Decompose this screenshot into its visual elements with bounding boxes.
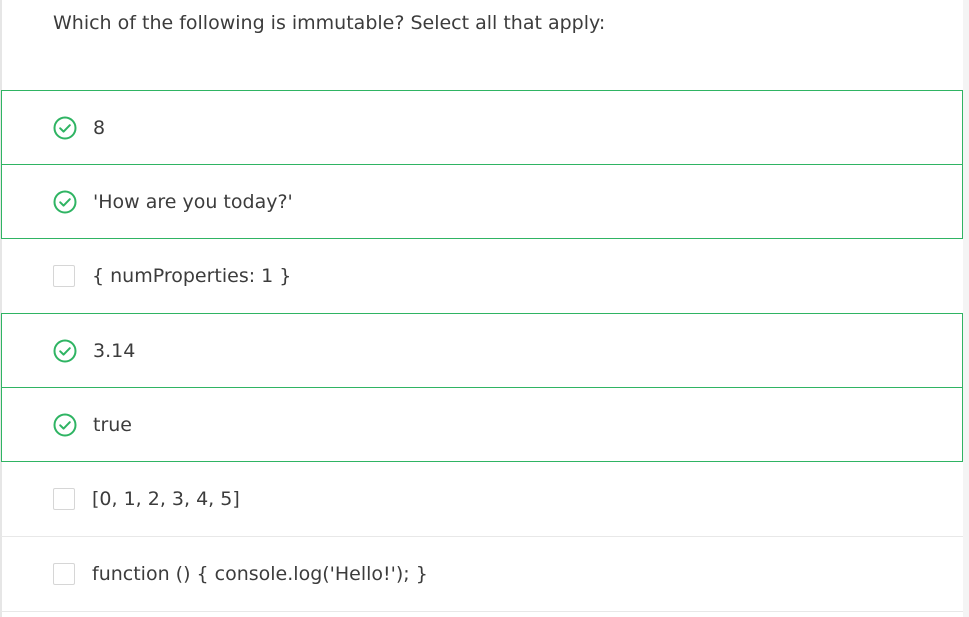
check-circle-icon[interactable] <box>53 339 77 363</box>
answer-option[interactable]: 8 <box>1 90 963 165</box>
empty-checkbox-icon[interactable] <box>53 563 75 585</box>
scrollbar-track[interactable] <box>963 0 969 617</box>
empty-checkbox-icon[interactable] <box>53 265 75 287</box>
answer-option[interactable]: [0, 1, 2, 3, 4, 5] <box>1 462 963 537</box>
answer-option-label: function () { console.log('Hello!'); } <box>92 563 428 585</box>
answer-option[interactable]: { numProperties: 1 } <box>1 239 963 314</box>
answer-option[interactable]: 3.14 <box>1 313 963 388</box>
check-circle-icon[interactable] <box>53 190 77 214</box>
question-text: Which of the following is immutable? Sel… <box>53 12 606 34</box>
check-circle-icon[interactable] <box>53 116 77 140</box>
answer-option-label: { numProperties: 1 } <box>92 265 292 287</box>
answer-option-label: [0, 1, 2, 3, 4, 5] <box>92 488 240 510</box>
answer-option-label: 8 <box>93 117 106 139</box>
answer-option-label: 3.14 <box>93 340 136 362</box>
quiz-page: Which of the following is immutable? Sel… <box>0 0 969 617</box>
answer-option-label: 'How are you today?' <box>93 191 293 213</box>
empty-checkbox-icon[interactable] <box>53 488 75 510</box>
answer-option[interactable]: 'How are you today?' <box>1 164 963 239</box>
check-circle-icon[interactable] <box>53 413 77 437</box>
answer-option[interactable]: function () { console.log('Hello!'); } <box>1 537 963 612</box>
answer-option[interactable]: true <box>1 387 963 462</box>
answer-option-label: true <box>93 414 132 436</box>
answer-options: 8 'How are you today?' { numProperties: … <box>1 90 963 612</box>
